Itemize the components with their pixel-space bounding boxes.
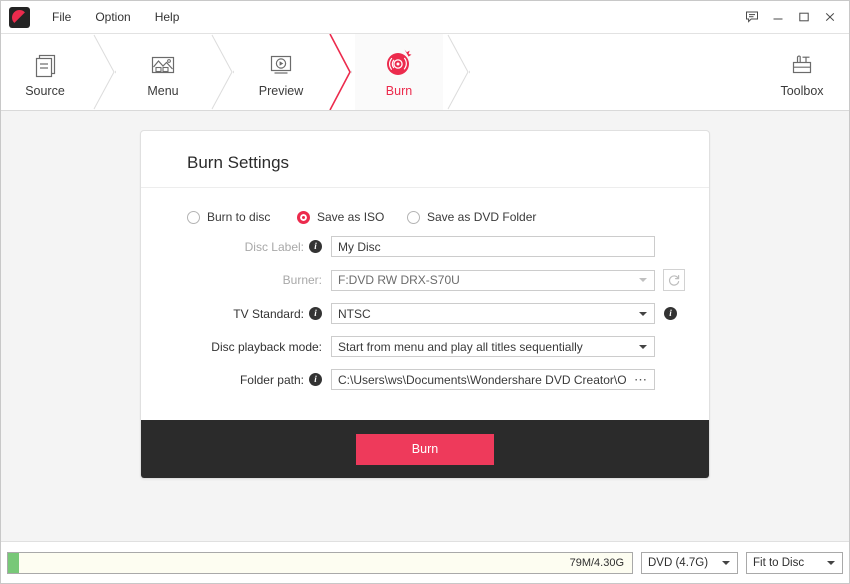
monitor-play-icon [266, 46, 296, 80]
field-row-folder-path: Folder path: i C:\Users\ws\Documents\Won… [141, 369, 709, 390]
capacity-text: 79M/4.30G [570, 557, 624, 569]
disc-label-control [331, 236, 709, 257]
radio-save-as-dvd-folder-label: Save as DVD Folder [427, 210, 536, 224]
burn-button[interactable]: Burn [356, 434, 494, 465]
playback-mode-label-text: Disc playback mode: [211, 340, 322, 354]
playback-mode-select[interactable]: Start from menu and play all titles sequ… [331, 336, 655, 357]
page-title: Burn Settings [141, 131, 709, 188]
browse-folder-button[interactable]: ⋯ [632, 370, 650, 389]
burn-settings-card: Burn Settings Burn to disc Save as ISO S… [140, 130, 710, 479]
chevron-down-icon [639, 312, 647, 316]
disc-label-label: Disc Label: i [187, 240, 331, 254]
documents-icon [30, 46, 60, 80]
disc-type-value: DVD (4.7G) [642, 557, 730, 569]
nav-separator-4 [443, 34, 473, 110]
info-icon[interactable]: i [309, 240, 322, 253]
tv-standard-label-text: TV Standard: [233, 307, 304, 321]
disc-type-select[interactable]: DVD (4.7G) [641, 552, 738, 574]
tab-preview[interactable]: Preview [237, 34, 325, 110]
folder-path-field[interactable]: C:\Users\ws\Documents\Wondershare DVD Cr… [331, 369, 655, 390]
disc-label-input[interactable] [331, 236, 655, 257]
output-mode-radio-group: Burn to disc Save as ISO Save as DVD Fol… [141, 204, 709, 236]
radio-save-as-iso[interactable]: Save as ISO [297, 210, 407, 224]
info-icon[interactable]: i [309, 373, 322, 386]
refresh-burner-button[interactable] [663, 269, 685, 291]
chevron-down-icon [827, 561, 835, 565]
tab-menu-label: Menu [147, 84, 178, 98]
radio-indicator [187, 211, 200, 224]
image-gallery-icon [148, 46, 178, 80]
title-bar: File Option Help [1, 1, 849, 34]
tab-preview-label: Preview [259, 84, 303, 98]
playback-mode-label: Disc playback mode: [187, 340, 331, 354]
card-footer: Burn [141, 420, 709, 478]
feedback-icon[interactable] [739, 4, 765, 30]
radio-indicator [407, 211, 420, 224]
burner-control: F:DVD RW DRX-S70U [331, 269, 709, 291]
radio-burn-to-disc[interactable]: Burn to disc [187, 210, 297, 224]
folder-path-value: C:\Users\ws\Documents\Wondershare DVD Cr… [332, 373, 626, 387]
radio-burn-to-disc-label: Burn to disc [207, 210, 270, 224]
playback-mode-control: Start from menu and play all titles sequ… [331, 336, 709, 357]
field-row-burner: Burner: F:DVD RW DRX-S70U [141, 269, 709, 291]
refresh-icon [667, 273, 681, 287]
tv-standard-select[interactable]: NTSC [331, 303, 655, 324]
fit-mode-value: Fit to Disc [747, 557, 826, 569]
tab-burn-label: Burn [386, 84, 412, 98]
burn-disc-icon [382, 46, 416, 80]
burner-label-text: Burner: [283, 273, 322, 287]
toolbox-label: Toolbox [780, 84, 823, 98]
tv-standard-select-value: NTSC [332, 307, 638, 321]
folder-path-label: Folder path: i [187, 373, 331, 387]
menu-option[interactable]: Option [83, 6, 142, 28]
app-logo-icon [9, 7, 30, 28]
app-window: File Option Help [0, 0, 850, 584]
burner-label: Burner: [187, 273, 331, 287]
field-row-tv-standard: TV Standard: i NTSC i [141, 303, 709, 324]
status-bar: 79M/4.30G DVD (4.7G) Fit to Disc [1, 541, 849, 583]
close-button[interactable] [817, 4, 843, 30]
toolbox-button[interactable]: Toolbox [755, 34, 849, 110]
chevron-down-icon [722, 561, 730, 565]
toolbox-icon [787, 46, 817, 80]
nav-separator-1 [89, 34, 119, 110]
tab-menu[interactable]: Menu [119, 34, 207, 110]
disc-label-text: Disc Label: [245, 240, 304, 254]
radio-save-as-dvd-folder[interactable]: Save as DVD Folder [407, 210, 536, 224]
tab-source[interactable]: Source [1, 34, 89, 110]
nav-separator-2 [207, 34, 237, 110]
burner-select-value: F:DVD RW DRX-S70U [332, 273, 638, 287]
capacity-fill [8, 553, 19, 573]
maximize-button[interactable] [791, 4, 817, 30]
radio-save-as-iso-label: Save as ISO [317, 210, 384, 224]
minimize-button[interactable] [765, 4, 791, 30]
field-row-disc-label: Disc Label: i [141, 236, 709, 257]
nav-tab-group: Source Menu [1, 34, 473, 110]
chevron-down-icon [639, 278, 647, 282]
info-icon[interactable]: i [309, 307, 322, 320]
radio-indicator-selected [297, 211, 310, 224]
chevron-down-icon [639, 345, 647, 349]
tv-standard-label: TV Standard: i [187, 307, 331, 321]
menu-file[interactable]: File [40, 6, 83, 28]
tab-burn[interactable]: Burn [355, 34, 443, 110]
folder-path-label-text: Folder path: [240, 373, 304, 387]
playback-mode-select-value: Start from menu and play all titles sequ… [332, 340, 638, 354]
burner-select[interactable]: F:DVD RW DRX-S70U [331, 270, 655, 291]
tv-standard-info-icon[interactable]: i [664, 307, 677, 320]
menu-help[interactable]: Help [143, 6, 192, 28]
tv-standard-control: NTSC i [331, 303, 709, 324]
nav-separator-3-active [325, 34, 355, 110]
window-controls [739, 1, 843, 33]
disc-capacity-bar[interactable]: 79M/4.30G [7, 552, 633, 574]
content-area: Burn Settings Burn to disc Save as ISO S… [1, 111, 849, 541]
fit-mode-select[interactable]: Fit to Disc [746, 552, 843, 574]
tab-source-label: Source [25, 84, 65, 98]
burn-settings-form: Burn to disc Save as ISO Save as DVD Fol… [141, 188, 709, 420]
field-row-playback-mode: Disc playback mode: Start from menu and … [141, 336, 709, 357]
folder-path-control: C:\Users\ws\Documents\Wondershare DVD Cr… [331, 369, 709, 390]
main-navigation: Source Menu [1, 34, 849, 111]
